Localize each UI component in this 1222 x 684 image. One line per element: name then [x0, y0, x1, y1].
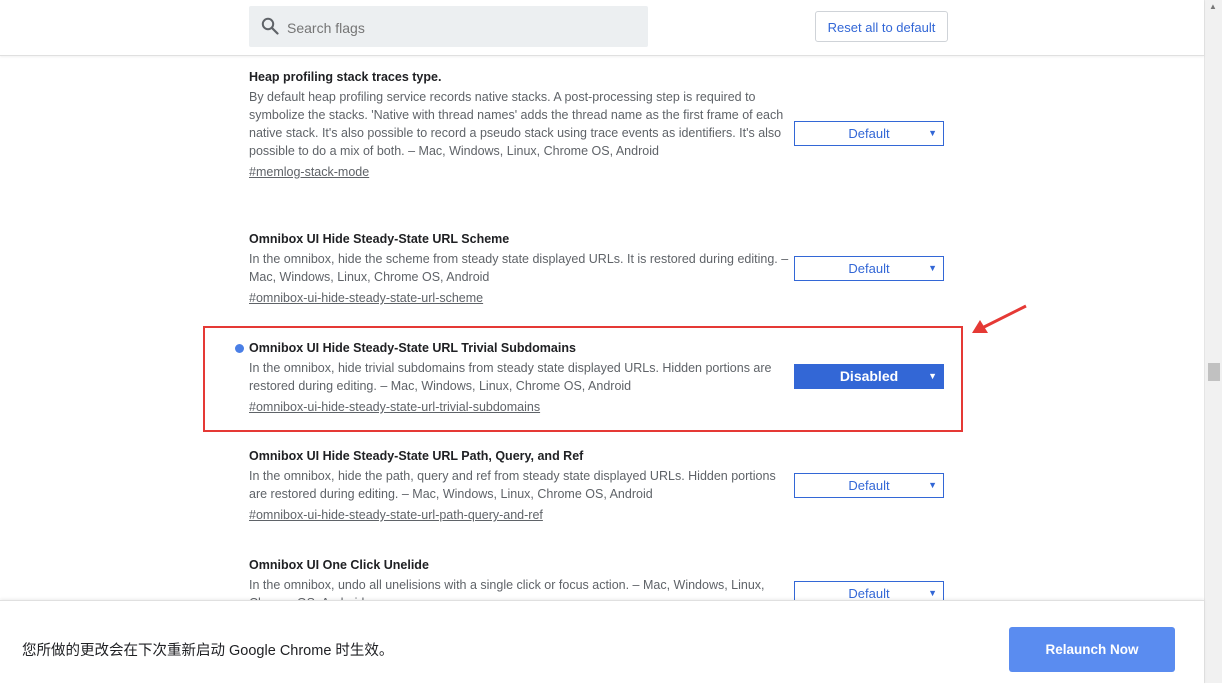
scroll-up-arrow-icon[interactable]: ▲: [1209, 2, 1217, 11]
relaunch-bar: 您所做的更改会在下次重新启动 Google Chrome 时生效。 Relaun…: [0, 600, 1204, 684]
flag-item: Omnibox UI Hide Steady-State URL Scheme …: [249, 230, 789, 307]
dropdown-arrow-icon: ▼: [928, 128, 937, 138]
flag-title: Omnibox UI One Click Unelide: [249, 558, 429, 572]
search-input[interactable]: [285, 6, 639, 49]
vertical-scrollbar[interactable]: ▲: [1204, 0, 1222, 683]
flags-header: Reset all to default: [0, 0, 1204, 56]
flag-select[interactable]: Default ▼: [794, 121, 944, 146]
relaunch-now-button[interactable]: Relaunch Now: [1009, 627, 1175, 672]
relaunch-message: 您所做的更改会在下次重新启动 Google Chrome 时生效。: [22, 643, 394, 659]
dropdown-arrow-icon: ▼: [928, 480, 937, 490]
flag-title: Omnibox UI Hide Steady-State URL Path, Q…: [249, 449, 584, 463]
flag-title: Heap profiling stack traces type.: [249, 70, 442, 84]
flag-select-value: Default: [848, 478, 890, 493]
flag-select-value: Default: [848, 586, 890, 600]
scrollbar-thumb[interactable]: [1208, 363, 1220, 381]
flag-item: Heap profiling stack traces type. By def…: [249, 68, 789, 181]
flag-select[interactable]: Default ▼: [794, 581, 944, 600]
flag-description: In the omnibox, hide the path, query and…: [249, 469, 776, 501]
flag-description: In the omnibox, undo all unelisions with…: [249, 578, 765, 600]
flag-description: By default heap profiling service record…: [249, 90, 784, 158]
flag-link[interactable]: #omnibox-ui-hide-steady-state-url-scheme: [249, 289, 483, 307]
dropdown-arrow-icon: ▼: [928, 588, 937, 598]
flag-item: Omnibox UI One Click Unelide In the omni…: [249, 556, 789, 600]
flag-item: Omnibox UI Hide Steady-State URL Path, Q…: [249, 447, 789, 524]
flag-select[interactable]: Default ▼: [794, 473, 944, 498]
flag-title: Omnibox UI Hide Steady-State URL Scheme: [249, 232, 510, 246]
search-icon: [261, 17, 279, 35]
reset-all-button[interactable]: Reset all to default: [815, 11, 948, 42]
flag-link[interactable]: #memlog-stack-mode: [249, 163, 369, 181]
flag-link[interactable]: #omnibox-ui-hide-steady-state-url-path-q…: [249, 506, 543, 524]
flag-description: In the omnibox, hide the scheme from ste…: [249, 252, 789, 284]
annotation-highlight-box: [203, 326, 963, 432]
flag-select-value: Default: [848, 261, 890, 276]
flag-select[interactable]: Default ▼: [794, 256, 944, 281]
annotation-arrow-icon: [972, 304, 1027, 333]
flags-page: Reset all to default Heap profiling stac…: [0, 0, 1204, 684]
flag-select-value: Default: [848, 126, 890, 141]
search-box[interactable]: [249, 6, 648, 49]
dropdown-arrow-icon: ▼: [928, 263, 937, 273]
